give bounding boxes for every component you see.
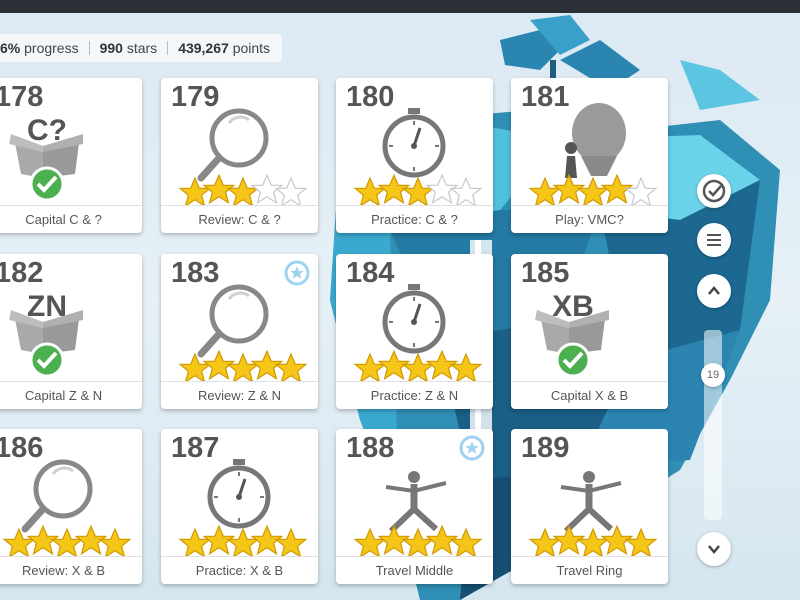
lesson-number: 185: [521, 257, 570, 289]
lesson-card[interactable]: 187 Practice: X & B: [161, 429, 318, 584]
magnifier-icon: [197, 284, 269, 358]
lesson-label: Review: Z & N: [161, 381, 318, 409]
star-filled-icon: [401, 527, 435, 557]
lesson-label: Review: X & B: [0, 556, 142, 584]
star-filled-icon: [2, 527, 36, 557]
lesson-number: 178: [0, 81, 44, 113]
star-filled-icon: [274, 527, 308, 557]
star-filled-icon: [178, 527, 212, 557]
lesson-number: 186: [0, 432, 44, 464]
check-progress-button[interactable]: [697, 174, 731, 208]
star-filled-icon: [624, 527, 658, 557]
stopwatch-icon: [382, 284, 446, 354]
lesson-label: Capital X & B: [511, 381, 668, 409]
lesson-card[interactable]: 183 Review: Z & N: [161, 254, 318, 409]
points-stat: 439,267 points: [178, 40, 271, 56]
lesson-card[interactable]: 188 Travel Middle: [336, 429, 493, 584]
scroll-up-button[interactable]: [697, 274, 731, 308]
stopwatch-icon: [207, 459, 271, 529]
lesson-label: Capital Z & N: [0, 381, 142, 409]
star-filled-icon: [528, 527, 562, 557]
lesson-card[interactable]: C? 178 Capital C & ?: [0, 78, 142, 233]
lesson-number: 182: [0, 257, 44, 289]
check-circle-icon: [29, 166, 65, 202]
star-filled-icon: [226, 352, 260, 382]
star-filled-icon: [353, 176, 387, 206]
scroll-down-button[interactable]: [697, 532, 731, 566]
hamburger-menu-icon: [707, 234, 721, 246]
star-empty-icon: [274, 176, 308, 206]
lesson-card[interactable]: 181 Play: VMC?: [511, 78, 668, 233]
yoga-figure-icon: [560, 471, 622, 534]
star-empty-icon: [449, 176, 483, 206]
check-circle-icon: [702, 179, 726, 203]
chevron-down-icon: [708, 545, 720, 554]
lesson-card[interactable]: 179 Review: C & ?: [161, 78, 318, 233]
star-filled-icon: [226, 176, 260, 206]
progress-stats-bar: 6% progress 990 stars 439,267 points: [0, 34, 283, 62]
lesson-card[interactable]: 180 Practice: C & ?: [336, 78, 493, 233]
lesson-number: 181: [521, 81, 570, 113]
lesson-number: 184: [346, 257, 395, 289]
star-filled-icon: [353, 527, 387, 557]
lesson-number: 188: [346, 432, 395, 464]
star-filled-icon: [576, 176, 610, 206]
star-filled-icon: [528, 176, 562, 206]
lesson-card[interactable]: 186 Review: X & B: [0, 429, 142, 584]
lesson-number: 179: [171, 81, 220, 113]
star-filled-icon: [576, 527, 610, 557]
star-filled-icon: [98, 527, 132, 557]
divider: [88, 41, 90, 55]
chevron-up-icon: [708, 286, 720, 295]
check-circle-icon: [29, 342, 65, 378]
lesson-number: 189: [521, 432, 570, 464]
star-filled-icon: [449, 527, 483, 557]
lesson-number: 180: [346, 81, 395, 113]
lesson-label: Travel Middle: [336, 556, 493, 584]
lesson-label: Review: C & ?: [161, 205, 318, 233]
check-circle-icon: [555, 342, 591, 378]
lesson-label: Play: VMC?: [511, 205, 668, 233]
lesson-card[interactable]: 184 Practice: Z & N: [336, 254, 493, 409]
stars-stat: 990 stars: [99, 40, 158, 56]
star-filled-icon: [401, 352, 435, 382]
lesson-label: Travel Ring: [511, 556, 668, 584]
scroll-thumb[interactable]: 19: [701, 363, 725, 387]
star-filled-icon: [226, 527, 260, 557]
star-filled-icon: [178, 176, 212, 206]
star-empty-icon: [624, 176, 658, 206]
star-filled-icon: [50, 527, 84, 557]
lesson-number: 187: [171, 432, 220, 464]
star-filled-icon: [449, 352, 483, 382]
lesson-label: Practice: Z & N: [336, 381, 493, 409]
lesson-number: 183: [171, 257, 220, 289]
star-filled-icon: [353, 352, 387, 382]
lesson-label: Capital C & ?: [0, 205, 142, 233]
star-filled-icon: [274, 352, 308, 382]
menu-button[interactable]: [697, 223, 731, 257]
lesson-label: Practice: X & B: [161, 556, 318, 584]
star-filled-icon: [401, 176, 435, 206]
lesson-label: Practice: C & ?: [336, 205, 493, 233]
stopwatch-icon: [382, 108, 446, 178]
laurel-star-badge-icon: [459, 435, 485, 461]
divider: [167, 41, 169, 55]
lesson-card[interactable]: ZN 182 Capital Z & N: [0, 254, 142, 409]
hot-air-balloon-icon: [565, 103, 626, 178]
progress-stat: 6% progress: [0, 40, 79, 56]
star-filled-icon: [178, 352, 212, 382]
scroll-track[interactable]: [704, 330, 722, 520]
magnifier-icon: [21, 459, 93, 533]
laurel-star-badge-icon: [284, 260, 310, 286]
lesson-card[interactable]: 189 Travel Ring: [511, 429, 668, 584]
yoga-figure-icon: [385, 471, 447, 534]
magnifier-icon: [197, 108, 269, 182]
lesson-card[interactable]: XB 185 Capital X & B: [511, 254, 668, 409]
